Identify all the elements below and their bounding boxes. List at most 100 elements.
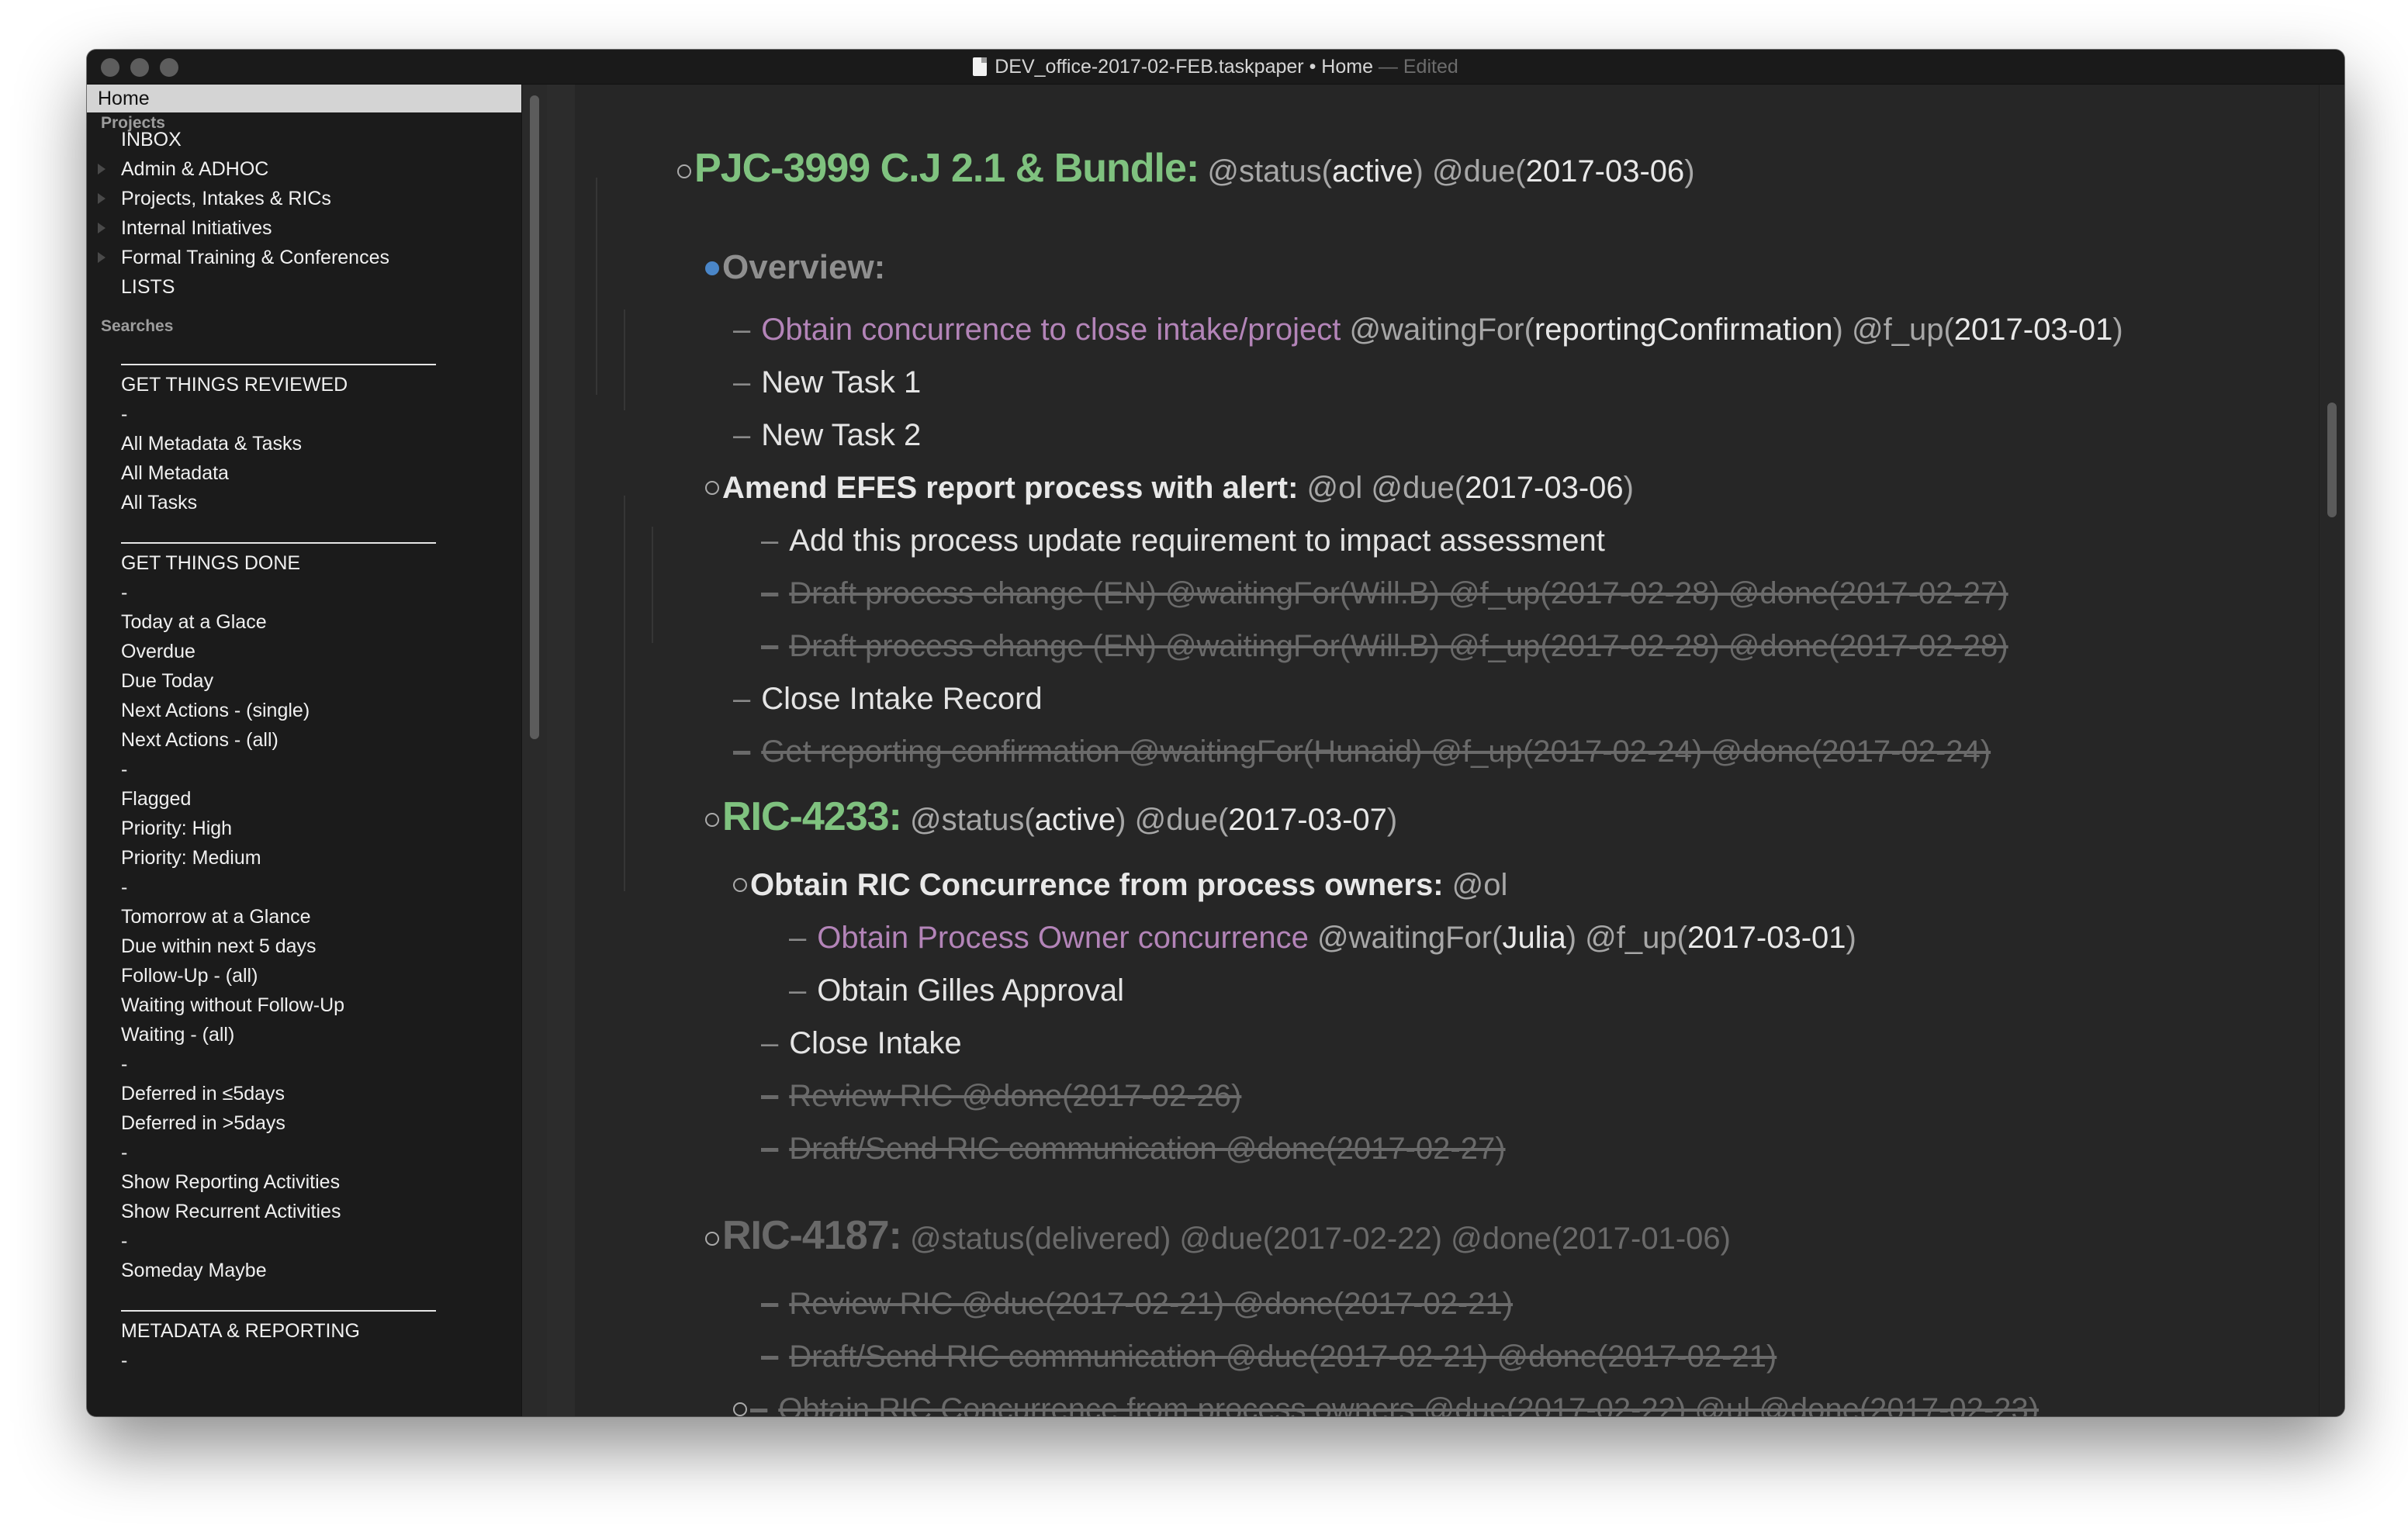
sidebar-search[interactable]: All Metadata (121, 462, 229, 485)
sidebar-project-training[interactable]: Formal Training & Conferences (121, 246, 389, 269)
task-text[interactable]: Close Intake Record (761, 682, 1042, 716)
task-line-done[interactable]: – Obtain RIC Concurrence from process own… (733, 1389, 2039, 1416)
editor[interactable]: PJC-3999 C.J 2.1 & Bundle: @status(activ… (547, 85, 2344, 1416)
task-text[interactable]: Obtain Process Owner concurrence (817, 921, 1309, 955)
task-line-done[interactable]: – Review RIC @due(2017-02-21) @done(2017-… (761, 1284, 1513, 1324)
tag-value[interactable]: 2017-03-06 (1526, 154, 1685, 188)
project-line[interactable]: RIC-4233: @status(active) @due(2017-03-0… (705, 797, 1397, 840)
task-text[interactable]: Draft/Send RIC communication @due(2017-0… (789, 1340, 1777, 1374)
sidebar-search[interactable]: Due within next 5 days (121, 935, 317, 958)
tag[interactable]: @due( (1432, 154, 1526, 188)
task-text[interactable]: Draft process change (EN) @waitingFor(Wi… (789, 576, 2008, 610)
sidebar-search[interactable]: GET THINGS DONE (121, 551, 300, 575)
tag-value[interactable]: active (1332, 154, 1413, 188)
tag-value[interactable]: 2017-03-07 (1228, 803, 1387, 837)
sidebar-project-inbox[interactable]: INBOX (121, 128, 182, 151)
project-line-done[interactable]: RIC-4187: @status(delivered) @due(2017-0… (705, 1215, 1731, 1259)
tag-value[interactable]: active (1035, 803, 1116, 837)
task-line[interactable]: – Obtain Process Owner concurrence @waiti… (789, 918, 1856, 958)
task-text[interactable]: Review RIC @due(2017-02-21) @done(2017-0… (789, 1287, 1513, 1321)
sidebar-search[interactable]: - (121, 1349, 127, 1372)
sidebar-search[interactable]: Due Today (121, 669, 213, 693)
sidebar-search[interactable]: All Tasks (121, 491, 197, 514)
section-line[interactable]: Amend EFES report process with alert: @o… (705, 468, 1634, 508)
sidebar-search[interactable]: GET THINGS REVIEWED (121, 373, 348, 396)
task-line-done[interactable]: – Draft/Send RIC communication @due(2017-… (761, 1336, 1777, 1377)
sidebar-project-intakes[interactable]: Projects, Intakes & RICs (121, 187, 331, 210)
task-text[interactable]: Obtain Gilles Approval (817, 973, 1124, 1008)
outline-bullet-icon[interactable] (705, 813, 719, 827)
task-line-done[interactable]: – Draft process change (EN) @waitingFor(W… (761, 626, 2008, 666)
tag[interactable]: @status( (910, 803, 1035, 837)
task-line[interactable]: – Close Intake Record (733, 679, 1043, 719)
project-line[interactable]: PJC-3999 C.J 2.1 & Bundle: @status(activ… (677, 148, 1695, 192)
tag-value[interactable]: 2017-03-01 (1687, 921, 1846, 955)
sidebar-search[interactable]: - (121, 1229, 127, 1253)
sidebar-search[interactable]: Show Recurrent Activities (121, 1200, 341, 1223)
task-line[interactable]: – New Task 2 (733, 415, 921, 455)
section-line[interactable]: Obtain RIC Concurrence from process owne… (733, 865, 1507, 905)
sidebar-search[interactable]: Deferred in >5days (121, 1111, 285, 1135)
disclosure-triangle-icon[interactable] (98, 223, 106, 233)
sidebar-search[interactable]: - (121, 1141, 127, 1164)
task-line-done[interactable]: – Review RIC @done(2017-02-26) (761, 1076, 1241, 1116)
outline-bullet-icon[interactable] (705, 261, 719, 275)
task-text[interactable]: Add this process update requirement to i… (789, 524, 1605, 558)
tag[interactable]: @ol (1307, 471, 1363, 505)
outline-bullet-icon[interactable] (705, 1232, 719, 1246)
tag[interactable]: @status( (1207, 154, 1332, 188)
task-line[interactable]: – Obtain concurrence to close intake/proj… (733, 309, 2123, 350)
sidebar-item-home[interactable]: Home (87, 85, 521, 112)
sidebar-search[interactable]: Follow-Up - (all) (121, 964, 258, 987)
editor-scrollbar[interactable] (2319, 85, 2344, 1416)
sidebar-search[interactable]: Someday Maybe (121, 1259, 267, 1282)
sidebar-search[interactable]: All Metadata & Tasks (121, 432, 302, 455)
tag-value[interactable]: 2017-03-01 (1954, 313, 2113, 347)
sidebar-search[interactable]: Next Actions - (single) (121, 699, 310, 722)
outline-bullet-icon[interactable] (733, 1402, 747, 1416)
editor-scrollbar-thumb[interactable] (2327, 403, 2337, 517)
sidebar-search[interactable]: - (121, 581, 127, 604)
task-line[interactable]: – New Task 1 (733, 362, 921, 403)
task-text[interactable]: New Task 2 (761, 418, 921, 452)
tag[interactable]: @ol (1452, 868, 1508, 902)
sidebar-search[interactable]: - (121, 758, 127, 781)
task-text[interactable]: Get reporting confirmation @waitingFor(H… (761, 735, 1991, 769)
sidebar-search[interactable]: METADATA & REPORTING (121, 1319, 360, 1343)
tag-value[interactable]: 2017-03-06 (1465, 471, 1624, 505)
sidebar-scrollbar-thumb[interactable] (530, 95, 539, 739)
sidebar-search[interactable]: Priority: High (121, 817, 232, 840)
sidebar-search[interactable]: Tomorrow at a Glance (121, 905, 311, 928)
task-line-done[interactable]: – Draft/Send RIC communication @done(2017… (761, 1129, 1506, 1169)
sidebar-search[interactable]: - (121, 403, 127, 426)
disclosure-triangle-icon[interactable] (98, 164, 106, 175)
sidebar-project-internal[interactable]: Internal Initiatives (121, 216, 272, 240)
tag[interactable]: @due( (1135, 803, 1229, 837)
task-line[interactable]: – Add this process update requirement to … (761, 520, 1605, 561)
outline-bullet-icon[interactable] (677, 164, 691, 178)
sidebar-search[interactable]: Overdue (121, 640, 195, 663)
tag[interactable]: @waitingFor( (1317, 921, 1502, 955)
sidebar-scrollbar[interactable] (521, 85, 547, 1416)
sidebar-search[interactable]: - (121, 1053, 127, 1076)
outline-bullet-icon[interactable] (705, 481, 719, 495)
sidebar-search[interactable]: Deferred in ≤5days (121, 1082, 285, 1105)
task-line-done[interactable]: – Draft process change (EN) @waitingFor(W… (761, 573, 2008, 614)
disclosure-triangle-icon[interactable] (98, 193, 106, 204)
task-text[interactable]: Draft process change (EN) @waitingFor(Wi… (789, 629, 2008, 663)
sidebar-search[interactable]: Next Actions - (all) (121, 728, 279, 752)
disclosure-triangle-icon[interactable] (98, 252, 106, 263)
tag-value[interactable]: Julia (1502, 921, 1566, 955)
task-line[interactable]: – Obtain Gilles Approval (789, 970, 1124, 1011)
sidebar-search[interactable]: Priority: Medium (121, 846, 261, 869)
tag[interactable]: @due( (1371, 471, 1465, 505)
tag[interactable]: @status(delivered) @due(2017-02-22) @don… (910, 1222, 1731, 1256)
tag[interactable]: @f_up( (1852, 313, 1954, 347)
sidebar-search[interactable]: - (121, 876, 127, 899)
task-line[interactable]: – Close Intake (761, 1023, 962, 1063)
tag[interactable]: @f_up( (1585, 921, 1687, 955)
task-text[interactable]: Close Intake (789, 1026, 961, 1060)
task-text[interactable]: Draft/Send RIC communication @done(2017-… (789, 1132, 1505, 1166)
sidebar-search[interactable]: Waiting without Follow-Up (121, 994, 344, 1017)
tag[interactable]: @waitingFor( (1349, 313, 1534, 347)
